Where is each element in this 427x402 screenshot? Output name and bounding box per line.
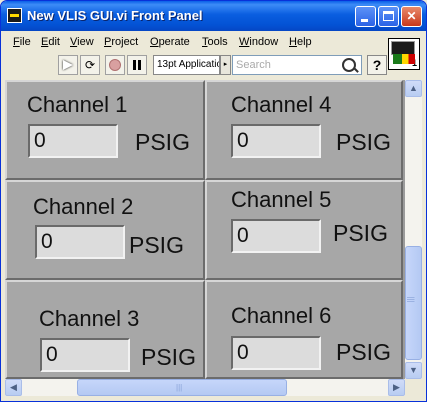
run-arrow-icon[interactable]: [58, 55, 78, 75]
scrollbar-corner: [405, 379, 422, 396]
channel-6-indicator[interactable]: 0: [231, 336, 321, 370]
menu-file[interactable]: File: [13, 36, 31, 48]
channel-1-cluster: Channel 1 0 PSIG: [5, 80, 205, 180]
channel-2-unit: PSIG: [129, 232, 184, 258]
front-panel-window: New VLIS GUI.vi Front Panel ✕ File Edit …: [0, 0, 427, 402]
channel-3-unit: PSIG: [141, 344, 196, 370]
channel-1-indicator[interactable]: 0: [28, 124, 118, 158]
toolbar: ⟳ 13pt Application Font ▸ Search ?: [4, 54, 388, 78]
maximize-button[interactable]: [378, 6, 399, 27]
channel-5-label: Channel 5: [231, 187, 332, 212]
scroll-left-icon[interactable]: ◀: [5, 379, 22, 396]
scroll-right-icon[interactable]: ▶: [388, 379, 405, 396]
menu-help[interactable]: Help: [289, 36, 312, 48]
channel-4-indicator[interactable]: 0: [231, 124, 321, 158]
channel-4-cluster: Channel 4 0 PSIG: [205, 80, 403, 180]
channel-3-label: Channel 3: [39, 306, 140, 331]
channel-2-indicator[interactable]: 0: [35, 225, 125, 259]
channel-1-label: Channel 1: [27, 92, 128, 117]
menu-edit[interactable]: Edit: [41, 36, 60, 48]
vertical-scrollbar[interactable]: ▲ ||| ▼: [405, 80, 422, 379]
search-icon[interactable]: [342, 58, 356, 72]
font-select-arrow-icon[interactable]: ▸: [220, 55, 231, 75]
font-select[interactable]: 13pt Application Font: [153, 55, 220, 75]
vertical-grip: |||: [406, 296, 416, 303]
horizontal-scroll-thumb[interactable]: |||: [77, 379, 287, 396]
menu-window[interactable]: Window: [239, 36, 278, 48]
labview-app-icon[interactable]: [7, 8, 22, 23]
abort-execution-icon[interactable]: [105, 55, 125, 75]
channel-2-cluster: Channel 2 0 PSIG: [5, 180, 205, 280]
channel-3-indicator[interactable]: 0: [40, 338, 130, 372]
horizontal-grip: |||: [176, 383, 183, 392]
title-bar[interactable]: New VLIS GUI.vi Front Panel ✕: [1, 1, 426, 31]
window-title: New VLIS GUI.vi Front Panel: [27, 8, 203, 23]
menu-tools[interactable]: Tools: [202, 36, 228, 48]
vi-icon[interactable]: 1: [388, 38, 420, 70]
minimize-button[interactable]: [355, 6, 376, 27]
menu-view[interactable]: View: [70, 36, 94, 48]
menu-operate[interactable]: Operate: [150, 36, 190, 48]
channel-5-cluster: Channel 5 0 PSIG: [205, 180, 403, 280]
horizontal-scrollbar[interactable]: ◀ ||| ▶: [5, 379, 405, 396]
scroll-up-icon[interactable]: ▲: [405, 80, 422, 97]
channel-6-cluster: Channel 6 0 PSIG: [205, 280, 403, 379]
channel-5-unit: PSIG: [333, 220, 388, 246]
channel-2-label: Channel 2: [33, 194, 134, 219]
context-help-icon[interactable]: ?: [367, 55, 387, 75]
vertical-scroll-thumb[interactable]: |||: [405, 246, 422, 360]
channel-6-label: Channel 6: [231, 303, 332, 328]
channel-1-unit: PSIG: [135, 129, 190, 155]
vi-icon-number: 1: [411, 58, 417, 68]
channel-4-label: Channel 4: [231, 92, 332, 117]
menu-bar: File Edit View Project Operate Tools Win…: [4, 32, 386, 52]
close-button[interactable]: ✕: [401, 6, 422, 27]
channel-6-unit: PSIG: [336, 339, 391, 365]
run-continuously-icon[interactable]: ⟳: [80, 55, 100, 75]
pause-icon[interactable]: [127, 55, 147, 75]
channel-4-unit: PSIG: [336, 129, 391, 155]
front-panel: Channel 1 0 PSIG Channel 4 0 PSIG Channe…: [5, 80, 405, 379]
channel-5-indicator[interactable]: 0: [231, 219, 321, 253]
scroll-down-icon[interactable]: ▼: [405, 362, 422, 379]
channel-3-cluster: Channel 3 0 PSIG: [5, 280, 205, 379]
menu-project[interactable]: Project: [104, 36, 138, 48]
